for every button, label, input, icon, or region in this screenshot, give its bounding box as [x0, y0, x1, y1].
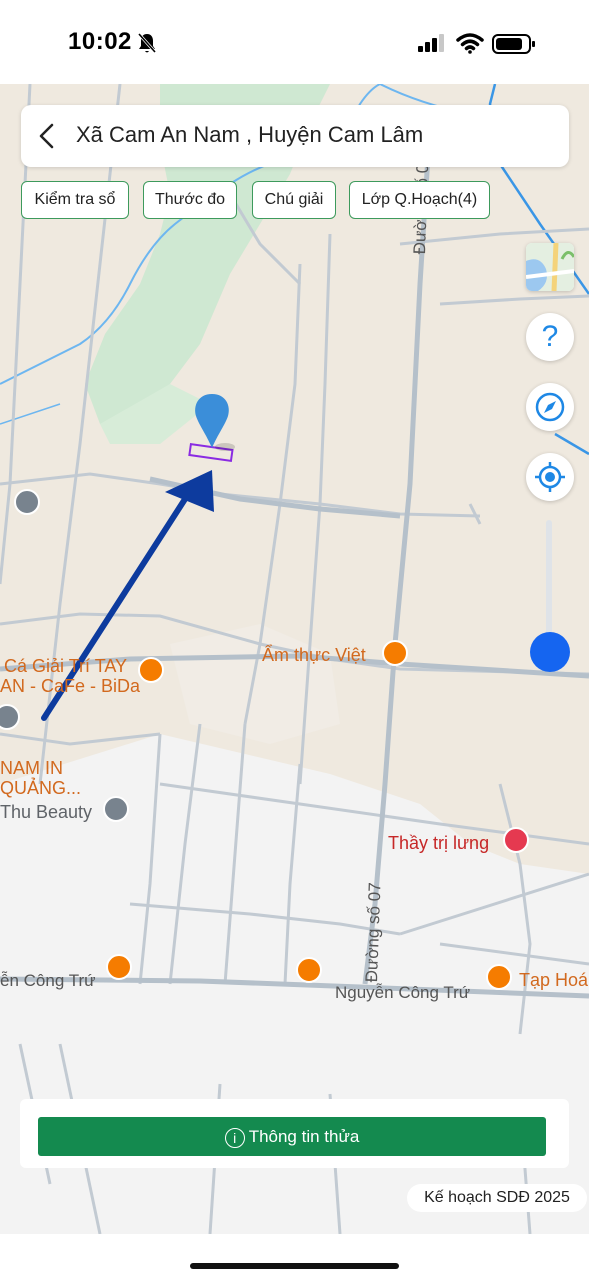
poi-nam-in-label-1: NAM IN [0, 758, 63, 778]
signal-icon [418, 34, 444, 52]
restaurant-icon[interactable] [382, 640, 408, 666]
cafe-icon[interactable] [296, 957, 322, 983]
chevron-left-icon[interactable] [37, 123, 57, 149]
poi-thay-tri-lung-label: Thầy trị lưng [388, 833, 490, 853]
restaurant-icon[interactable] [106, 954, 132, 980]
status-time: 10:02 [68, 28, 132, 55]
wifi-icon [456, 33, 484, 54]
bell-slash-icon [137, 33, 157, 53]
place-icon[interactable] [103, 796, 129, 822]
parcel-info-button[interactable]: i Thông tin thửa [38, 1117, 546, 1156]
location-title: Xã Cam An Nam , Huyện Cam Lâm [76, 122, 424, 147]
cafe-icon[interactable] [486, 964, 512, 990]
road-label-duong-so-07-bottom: Đường số 07 [362, 882, 385, 983]
chip-kiem-tra-so[interactable]: Kiểm tra sổ [21, 181, 129, 219]
info-icon: i [224, 1127, 245, 1148]
poi-nam-in-label-2: QUẢNG... [0, 778, 82, 798]
hospital-icon[interactable] [503, 827, 529, 853]
location-marker-icon [195, 394, 235, 451]
chip-chu-giai[interactable]: Chú giải [252, 181, 336, 219]
map-layer-button[interactable] [526, 243, 574, 291]
parcel-info-label: Thông tin thửa [248, 1127, 360, 1146]
home-indicator[interactable] [190, 1263, 399, 1269]
road-label-nguyen-cong-tru-right: Nguyễn Công Trứ [335, 983, 471, 1002]
poi-ca-giai-tri-label-2: AN - CaFe - BiDa [0, 676, 141, 696]
poi-am-thuc-viet-label: Ẩm thực Việt [262, 645, 366, 665]
status-bar: 10:02 [0, 0, 589, 84]
help-icon: ? [541, 320, 559, 353]
compass-icon [535, 392, 565, 422]
chip-thuoc-do[interactable]: Thước đo [143, 181, 237, 219]
chip-lop-quy-hoach[interactable]: Lớp Q.Hoạch(4) [349, 181, 490, 219]
cafe-icon[interactable] [138, 657, 164, 683]
bottom-panel: i Thông tin thửa [20, 1099, 569, 1168]
location-search-bar[interactable]: Xã Cam An Nam , Huyện Cam Lâm [21, 105, 569, 167]
locate-icon [535, 462, 565, 492]
locate-button[interactable] [526, 453, 574, 501]
road-label-nguyen-cong-tru-left: ễn Công Trứ [0, 971, 96, 990]
government-icon[interactable] [14, 489, 40, 515]
map-layer-icon [526, 243, 574, 291]
battery-icon [492, 34, 535, 54]
plan-year-badge[interactable]: Kế hoạch SDĐ 2025 [407, 1184, 587, 1212]
map-view[interactable]: Đường số 07 Đường số 07 Ẩm thực Việt Cá … [0, 84, 589, 1234]
poi-ca-giai-tri-label-1: Cá Giải Trí TAY [4, 656, 128, 676]
help-button[interactable]: ? [526, 313, 574, 361]
zoom-slider-thumb[interactable] [530, 632, 570, 672]
compass-button[interactable] [526, 383, 574, 431]
poi-thu-beauty-label: Thu Beauty [0, 802, 93, 822]
poi-tap-hoa-label: Tạp Hoá [519, 970, 589, 990]
